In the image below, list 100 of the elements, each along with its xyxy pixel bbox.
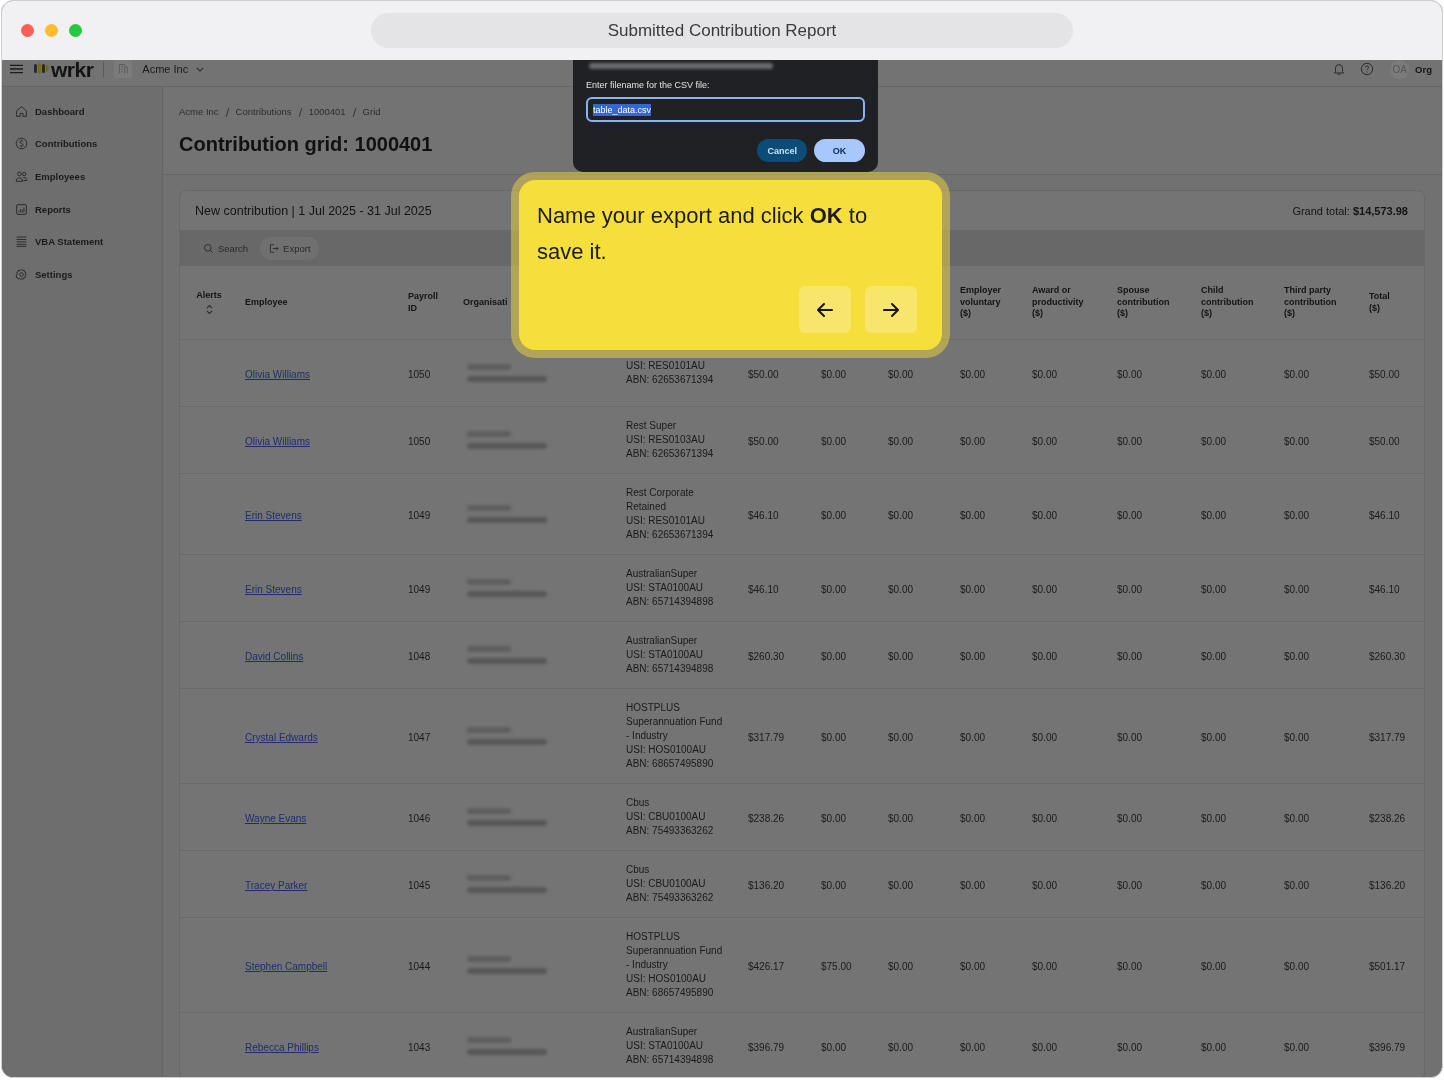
nav-item[interactable]: Contributions [2, 127, 162, 161]
table-cell: $0.00 [821, 880, 847, 891]
bar-chart-icon [15, 202, 28, 216]
employee-link[interactable]: Olivia Williams [245, 436, 310, 447]
chevron-down-icon [196, 66, 205, 72]
table-cell: $0.00 [1032, 369, 1058, 380]
fund-text: HOSTPLUS Superannuation Fund - Industry [626, 930, 724, 972]
organization-switcher[interactable]: Acme Inc [142, 63, 205, 75]
table-cell: $46.10 [748, 510, 779, 521]
employee-link[interactable]: Tracey Parker [245, 880, 308, 891]
filename-input[interactable]: table_data.csv [586, 97, 865, 122]
next-button[interactable] [865, 286, 917, 333]
table-cell: 1047 [408, 732, 431, 743]
table-cell: 1050 [408, 436, 431, 447]
table-cell: $0.00 [1284, 369, 1310, 380]
nav-item[interactable]: Reports [2, 192, 162, 226]
nav-item[interactable]: Employees [2, 160, 162, 193]
column-header: Total ($) [1369, 291, 1391, 314]
fund-text: AustralianSuper [626, 567, 699, 581]
table-cell: $260.30 [748, 651, 785, 662]
table-cell: 1048 [408, 651, 431, 662]
fund-text: AustralianSuper [626, 634, 699, 648]
table-cell: $0.00 [1201, 584, 1227, 595]
table-cell: $0.00 [1201, 510, 1227, 521]
minimize-window-button[interactable] [45, 24, 58, 37]
table-cell: $0.00 [960, 436, 986, 447]
table-cell: $0.00 [821, 732, 847, 743]
nav-item[interactable]: Dashboard [2, 95, 162, 128]
fund-text: ABN: 62653671394 [626, 528, 715, 542]
employee-link[interactable]: Rebecca Phillips [245, 1042, 319, 1053]
table-cell: $238.26 [748, 813, 785, 824]
zoom-window-button[interactable] [69, 24, 82, 37]
nav-item[interactable]: VBA Statement [2, 225, 162, 258]
fund-text: ABN: 65714394898 [626, 662, 715, 676]
table-cell: $0.00 [1201, 961, 1227, 972]
fund-text: ABN: 65714394898 [626, 1053, 715, 1067]
table-cell: $0.00 [1201, 880, 1227, 891]
sort-icon[interactable] [205, 304, 213, 316]
column-header: Alerts [196, 289, 222, 302]
table-cell: $0.00 [1284, 880, 1310, 891]
employee-link[interactable]: Olivia Williams [245, 369, 310, 380]
table-cell: $0.00 [1032, 880, 1058, 891]
table-cell: 1049 [408, 510, 431, 521]
help-icon[interactable] [1360, 62, 1375, 76]
table-cell: $0.00 [960, 651, 986, 662]
fund-text: HOSTPLUS Superannuation Fund - Industry [626, 701, 724, 743]
employee-link[interactable]: Erin Stevens [245, 510, 302, 521]
nav-item[interactable]: Settings [2, 257, 162, 291]
table-cell: $0.00 [821, 510, 847, 521]
table-cell: $136.20 [748, 880, 785, 891]
back-button[interactable] [799, 286, 851, 333]
table-cell: $0.00 [888, 1042, 914, 1053]
fund-text: AustralianSuper [626, 1025, 699, 1039]
callout-message: Name your export and click OK to save it. [537, 202, 869, 266]
table-cell: $0.00 [888, 961, 914, 972]
bell-icon[interactable] [1332, 62, 1347, 76]
settings-icon [15, 267, 28, 281]
employee-link[interactable]: David Collins [245, 651, 304, 662]
window-title: Submitted Contribution Report [371, 13, 1073, 48]
table-cell: $0.00 [1117, 732, 1143, 743]
cancel-button[interactable]: Cancel [757, 139, 807, 162]
table-cell: $0.00 [1032, 651, 1058, 662]
menu-icon[interactable] [10, 64, 23, 74]
table-cell: $0.00 [960, 584, 986, 595]
table-cell: 1044 [408, 961, 431, 972]
table-cell: $0.00 [888, 436, 914, 447]
table-cell: $0.00 [1284, 813, 1310, 824]
table-cell: $0.00 [888, 651, 914, 662]
people-icon [15, 170, 28, 183]
table-cell: $0.00 [1117, 584, 1143, 595]
table-cell: $0.00 [821, 436, 847, 447]
fund-text: ABN: 62653671394 [626, 373, 715, 387]
table-cell: $46.10 [1369, 510, 1400, 521]
employee-link[interactable]: Crystal Edwards [245, 732, 318, 743]
table-cell: $238.26 [1369, 813, 1406, 824]
table-cell: $0.00 [1032, 961, 1058, 972]
table-cell: $0.00 [1117, 813, 1143, 824]
table-cell: $0.00 [1201, 732, 1227, 743]
fund-text: USI: RES0101AU [626, 514, 706, 528]
employee-link[interactable]: Erin Stevens [245, 584, 302, 595]
fund-text: USI: STA0100AU [626, 648, 705, 662]
table-cell: $46.10 [1369, 584, 1400, 595]
employee-link[interactable]: Wayne Evans [245, 813, 307, 824]
table-cell: 1045 [408, 880, 431, 891]
close-window-button[interactable] [21, 24, 34, 37]
fund-text: Cbus [626, 796, 651, 810]
breadcrumb-link[interactable]: Contributions [235, 106, 292, 118]
search-button[interactable]: Search [203, 236, 249, 260]
home-icon [15, 104, 28, 118]
account-label[interactable]: Org [1415, 63, 1432, 75]
fund-text: USI: CBU0100AU [626, 810, 707, 824]
export-button[interactable]: Export [260, 236, 319, 260]
employee-link[interactable]: Stephen Campbell [245, 961, 328, 972]
breadcrumb-link[interactable]: Acme Inc [179, 106, 219, 118]
fund-text: USI: STA0100AU [626, 581, 705, 595]
table-cell: $0.00 [1201, 436, 1227, 447]
fund-text: ABN: 62653671394 [626, 447, 715, 461]
breadcrumb-link[interactable]: 1000401 [308, 106, 346, 118]
table-cell: $396.79 [1369, 1042, 1406, 1053]
ok-button[interactable]: OK [814, 139, 865, 162]
